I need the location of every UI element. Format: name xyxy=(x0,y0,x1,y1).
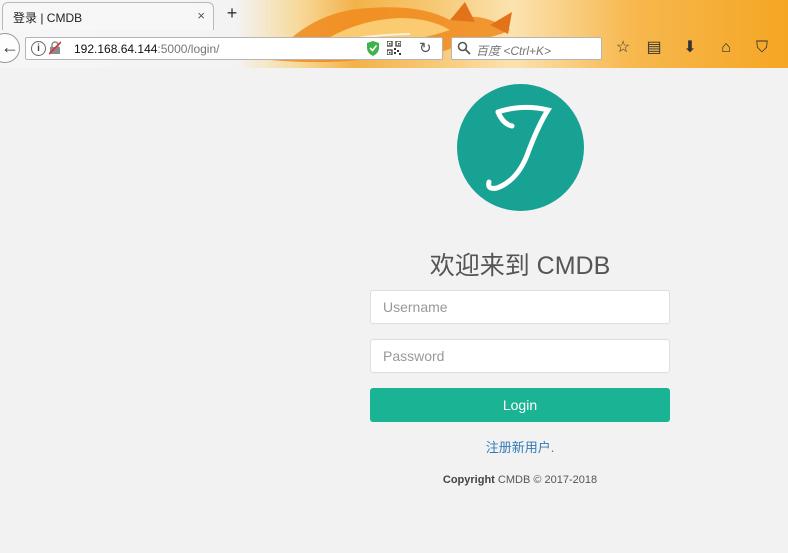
close-tab-icon[interactable]: × xyxy=(197,8,205,23)
back-icon: ← xyxy=(1,37,19,57)
back-button[interactable]: ← xyxy=(0,33,20,63)
url-path: :5000/login/ xyxy=(157,42,220,56)
navigation-toolbar: ← i 192.168.64.144:5000/login/ ↻ 百度 <Ctr… xyxy=(0,30,788,68)
search-icon xyxy=(457,41,471,55)
username-field[interactable] xyxy=(370,290,670,324)
register-link[interactable]: 注册新用户. xyxy=(370,437,670,456)
welcome-heading: 欢迎来到 CMDB xyxy=(429,252,611,280)
reading-list-icon[interactable]: ▤ xyxy=(644,38,664,58)
bookmark-star-icon[interactable]: ☆ xyxy=(613,38,633,58)
copyright-footer: Copyright CMDB © 2017-2018 xyxy=(370,474,670,486)
search-bar[interactable]: 百度 <Ctrl+K> xyxy=(451,37,602,60)
pocket-icon[interactable]: ⛉ xyxy=(752,38,772,58)
app-logo xyxy=(457,84,584,211)
url-host: 192.168.64.144 xyxy=(74,42,158,56)
download-icon[interactable]: ⬇ xyxy=(680,38,700,58)
username-input[interactable] xyxy=(371,291,653,323)
browser-chrome: 登录 | CMDB × + ← i 192.168.64.144:5000/lo… xyxy=(0,0,788,68)
search-placeholder: 百度 <Ctrl+K> xyxy=(476,44,552,58)
home-icon[interactable]: ⌂ xyxy=(716,38,736,58)
address-bar[interactable]: i 192.168.64.144:5000/login/ ↻ xyxy=(25,37,443,60)
password-input[interactable] xyxy=(371,340,653,372)
blocked-lock-icon[interactable] xyxy=(49,41,61,55)
new-tab-button[interactable]: + xyxy=(222,3,242,24)
browser-tab-active[interactable]: 登录 | CMDB × xyxy=(2,2,214,30)
reload-icon[interactable]: ↻ xyxy=(419,39,432,57)
qr-code-icon[interactable] xyxy=(387,41,401,55)
copyright-label: Copyright xyxy=(442,474,495,486)
tab-strip: 登录 | CMDB × + xyxy=(0,0,788,30)
tab-title: 登录 | CMDB xyxy=(13,11,83,25)
info-icon[interactable]: i xyxy=(31,41,46,56)
copyright-text: CMDB © 2017-2018 xyxy=(494,474,598,486)
url-text[interactable]: 192.168.64.144:5000/login/ xyxy=(74,42,219,56)
logo-glyph xyxy=(486,104,553,191)
password-field[interactable] xyxy=(370,339,670,373)
login-button[interactable]: Login xyxy=(370,388,670,422)
shield-icon[interactable] xyxy=(366,41,380,56)
